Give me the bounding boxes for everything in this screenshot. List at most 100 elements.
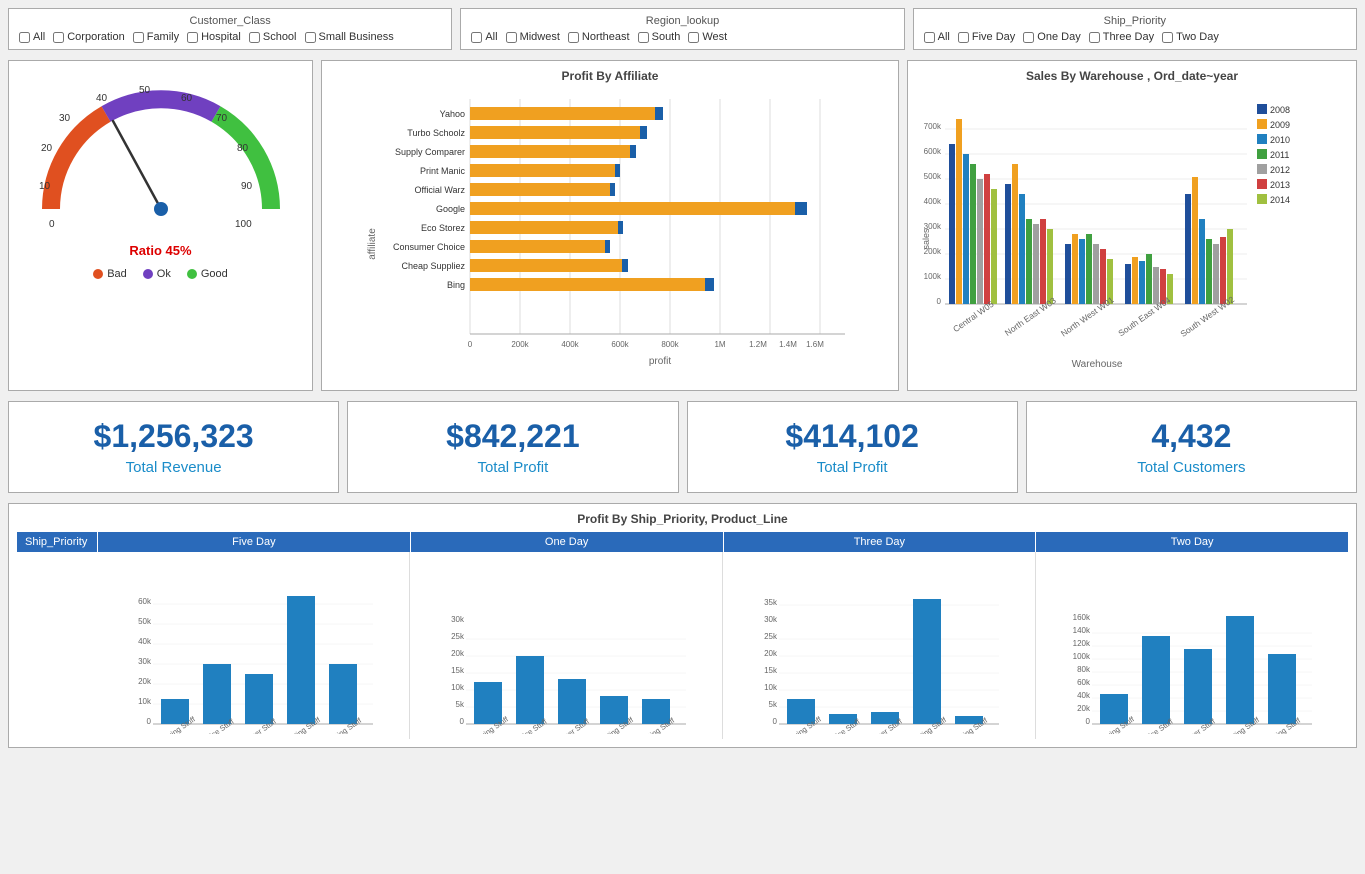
customer-class-title: Customer_Class	[19, 15, 441, 27]
svg-text:40k: 40k	[1077, 691, 1091, 700]
svg-text:600k: 600k	[611, 340, 629, 349]
region-west[interactable]: West	[688, 31, 727, 43]
svg-text:1.6M: 1.6M	[806, 340, 824, 349]
bar-new03-2010	[1019, 194, 1025, 304]
bar-new03-2014	[1047, 229, 1053, 304]
bar-official-blue	[610, 183, 615, 196]
svg-text:2011: 2011	[1270, 150, 1289, 160]
bar-nww01-2008	[1065, 244, 1071, 304]
legend-bad: Bad	[93, 268, 127, 280]
filter-school-checkbox[interactable]	[249, 32, 260, 43]
bar-bing-blue	[705, 278, 714, 291]
filter-corporation-checkbox[interactable]	[53, 32, 64, 43]
svg-text:15k: 15k	[764, 666, 778, 675]
ship-five-day-checkbox[interactable]	[958, 32, 969, 43]
bottom-chart-box: Profit By Ship_Priority, Product_Line Sh…	[8, 503, 1357, 748]
legend-ok: Ok	[143, 268, 171, 280]
legend-ok-label: Ok	[157, 268, 171, 280]
bar-cheap-orange	[470, 259, 622, 272]
filter-hospital[interactable]: Hospital	[187, 31, 241, 43]
ship-two-day-checkbox[interactable]	[1162, 32, 1173, 43]
legend-bad-label: Bad	[107, 268, 127, 280]
bar-cw05-2014	[991, 189, 997, 304]
region-midwest[interactable]: Midwest	[506, 31, 560, 43]
svg-text:Consumer Choice: Consumer Choice	[393, 242, 465, 252]
svg-text:2009: 2009	[1270, 120, 1290, 130]
gauge-container: 0 10 20 30 40 50 60 70 80 90 100 Ratio	[17, 69, 304, 290]
svg-text:600k: 600k	[924, 147, 942, 156]
ship-priority-title: Ship_Priority	[924, 15, 1346, 27]
bar-sew04-2008	[1125, 264, 1131, 304]
bar-yahoo-orange	[470, 107, 655, 120]
svg-text:2008: 2008	[1270, 105, 1290, 115]
region-west-checkbox[interactable]	[688, 32, 699, 43]
svg-text:0: 0	[460, 717, 465, 726]
svg-text:0: 0	[468, 340, 473, 349]
ship-three-day-checkbox[interactable]	[1089, 32, 1100, 43]
bar-cw05-2011	[970, 164, 976, 304]
svg-text:affiliate: affiliate	[367, 228, 378, 260]
region-northeast[interactable]: Northeast	[568, 31, 630, 43]
svg-text:20: 20	[41, 143, 53, 154]
region-northeast-checkbox[interactable]	[568, 32, 579, 43]
ship-three-day[interactable]: Three Day	[1089, 31, 1154, 43]
region-south-checkbox[interactable]	[638, 32, 649, 43]
gauge-chart-box: 0 10 20 30 40 50 60 70 80 90 100 Ratio	[8, 60, 313, 391]
svg-text:20k: 20k	[138, 677, 152, 686]
svg-text:50k: 50k	[138, 617, 152, 626]
filter-small-business[interactable]: Small Business	[305, 31, 394, 43]
region-midwest-checkbox[interactable]	[506, 32, 517, 43]
filter-small-business-checkbox[interactable]	[305, 32, 316, 43]
bar-nww01-2010	[1079, 239, 1085, 304]
ship-one-day-checkbox[interactable]	[1023, 32, 1034, 43]
svg-text:700k: 700k	[924, 122, 942, 131]
bar-cw05-2013	[984, 174, 990, 304]
bar-print-blue	[615, 164, 620, 177]
svg-text:Yahoo: Yahoo	[440, 109, 465, 119]
region-all[interactable]: All	[471, 31, 497, 43]
region-all-checkbox[interactable]	[471, 32, 482, 43]
kpi-profit2: $414,102 Total Profit	[687, 401, 1018, 493]
filter-corporation[interactable]: Corporation	[53, 31, 124, 43]
bar-google-blue	[795, 202, 807, 215]
ship-all-checkbox[interactable]	[924, 32, 935, 43]
bottom-sections-header: Five Day One Day Three Day Two Day	[97, 532, 1348, 552]
svg-text:20k: 20k	[764, 649, 778, 658]
mini-two-day-svg: 0 20k 40k 60k 80k 100k 120k 140k 160k	[1040, 554, 1344, 734]
bar-sww02-2012	[1213, 244, 1219, 304]
svg-text:Print Manic: Print Manic	[420, 166, 466, 176]
ship-all[interactable]: All	[924, 31, 950, 43]
svg-text:400k: 400k	[561, 340, 579, 349]
affiliate-chart-title: Profit By Affiliate	[330, 69, 890, 83]
filter-family[interactable]: Family	[133, 31, 179, 43]
kpi-profit1: $842,221 Total Profit	[347, 401, 678, 493]
bar-sww02-2011	[1206, 239, 1212, 304]
mini-two-day: 0 20k 40k 60k 80k 100k 120k 140k 160k	[1036, 552, 1348, 739]
filter-hospital-checkbox[interactable]	[187, 32, 198, 43]
kpi-revenue-value: $1,256,323	[94, 418, 254, 455]
bottom-one-day-header: One Day	[410, 532, 723, 552]
ship-two-day[interactable]: Two Day	[1162, 31, 1219, 43]
gauge-legend: Bad Ok Good	[93, 268, 228, 280]
bar-eco-orange	[470, 221, 618, 234]
ship-five-day[interactable]: Five Day	[958, 31, 1015, 43]
svg-text:15k: 15k	[451, 666, 465, 675]
region-south[interactable]: South	[638, 31, 681, 43]
ship-one-day[interactable]: One Day	[1023, 31, 1080, 43]
bar-nww01-2013	[1100, 249, 1106, 304]
kpi-profit2-value: $414,102	[785, 418, 918, 455]
dashboard: Customer_Class All Corporation Family Ho…	[0, 0, 1365, 756]
mini-five-day: 0 10k 20k 30k 40k 50k 60k	[97, 552, 410, 739]
filter-all-checkbox[interactable]	[19, 32, 30, 43]
filter-school[interactable]: School	[249, 31, 297, 43]
filter-family-checkbox[interactable]	[133, 32, 144, 43]
svg-text:0: 0	[773, 717, 778, 726]
svg-text:70: 70	[216, 113, 228, 124]
svg-text:5k: 5k	[456, 700, 465, 709]
bar-new03-2013	[1040, 219, 1046, 304]
ship-priority-filter: Ship_Priority All Five Day One Day Three…	[913, 8, 1357, 50]
bar-consumer-blue	[605, 240, 610, 253]
svg-text:60k: 60k	[1077, 678, 1091, 687]
svg-text:Official Warz: Official Warz	[414, 185, 465, 195]
filter-all[interactable]: All	[19, 31, 45, 43]
